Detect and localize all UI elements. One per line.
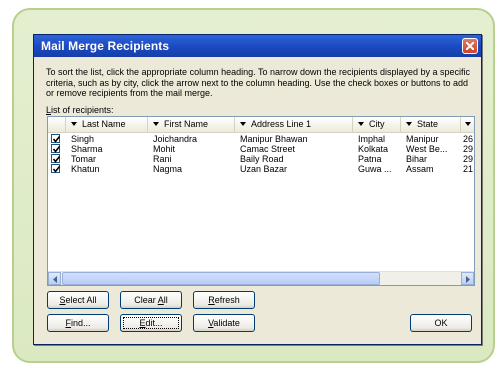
column-header-address[interactable]: Address Line 1 [235, 117, 353, 132]
dropdown-arrow-icon[interactable] [406, 122, 412, 127]
table-row[interactable]: Khatun Nagma Uzan Bazar Guwa ... Assam 2… [48, 164, 474, 174]
cell-address: Manipur Bhawan [240, 134, 308, 144]
cell-first-name: Mohit [153, 144, 176, 154]
dialog-title: Mail Merge Recipients [41, 39, 170, 53]
table-row[interactable]: Tomar Rani Baily Road Patna Bihar 29 [48, 154, 474, 164]
dropdown-arrow-icon[interactable] [465, 122, 471, 127]
cell-state: West Be... [406, 144, 448, 154]
cell-last-name: Singh [71, 134, 95, 144]
checkmark-icon [52, 166, 61, 173]
cell-last-name: Khatun [71, 164, 100, 174]
cell-zip: 29 [463, 154, 474, 164]
cell-address: Camac Street [240, 144, 296, 154]
column-header-more[interactable] [461, 117, 474, 132]
mail-merge-recipients-dialog: Mail Merge Recipients To sort the list, … [33, 34, 482, 345]
cell-first-name: Nagma [153, 164, 183, 174]
clear-all-button[interactable]: Clear All [120, 291, 182, 309]
table-row[interactable]: Singh Joichandra Manipur Bhawan Imphal M… [48, 134, 474, 144]
row-checkbox[interactable] [51, 134, 61, 143]
cell-address: Uzan Bazar [240, 164, 288, 174]
cell-first-name: Joichandra [153, 134, 198, 144]
cell-state: Assam [406, 164, 434, 174]
column-header-state[interactable]: State [401, 117, 461, 132]
close-button[interactable] [462, 38, 478, 54]
edit-button[interactable]: Edit... [120, 314, 182, 332]
checkmark-icon [52, 146, 61, 153]
cell-last-name: Sharma [71, 144, 103, 154]
cell-first-name: Rani [153, 154, 172, 164]
scrollbar-thumb[interactable] [62, 272, 380, 285]
cell-state: Manipur [406, 134, 439, 144]
column-header-first-name[interactable]: First Name [148, 117, 235, 132]
find-button[interactable]: Find... [47, 314, 109, 332]
validate-button[interactable]: Validate [193, 314, 255, 332]
instructions-text: To sort the list, click the appropriate … [46, 67, 471, 98]
cell-city: Guwa ... [358, 164, 392, 174]
cell-city: Kolkata [358, 144, 389, 154]
cell-last-name: Tomar [71, 154, 97, 164]
cell-city: Imphal [358, 134, 386, 144]
dropdown-arrow-icon[interactable] [358, 122, 364, 127]
cell-zip: 26 [463, 134, 474, 144]
row-checkbox[interactable] [51, 164, 61, 173]
horizontal-scrollbar[interactable] [48, 271, 474, 285]
dropdown-arrow-icon[interactable] [240, 122, 246, 127]
close-icon [466, 42, 474, 50]
dialog-titlebar[interactable]: Mail Merge Recipients [34, 35, 481, 57]
list-of-recipients-label: List of recipients: [46, 105, 114, 115]
column-header-city[interactable]: City [353, 117, 401, 132]
checkmark-icon [52, 136, 61, 143]
arrow-left-icon [53, 276, 57, 283]
ok-button[interactable]: OK [410, 314, 472, 332]
checkmark-icon [52, 156, 61, 163]
cell-zip: 29 [463, 144, 474, 154]
row-checkbox[interactable] [51, 144, 61, 153]
column-header-last-name[interactable]: Last Name [66, 117, 148, 132]
arrow-right-icon [466, 276, 470, 283]
recipients-list[interactable]: Last Name First Name Address Line 1 City… [47, 116, 475, 286]
table-row[interactable]: Sharma Mohit Camac Street Kolkata West B… [48, 144, 474, 154]
row-checkbox[interactable] [51, 154, 61, 163]
cell-city: Patna [358, 154, 382, 164]
cell-zip: 21 [463, 164, 474, 174]
scroll-left-button[interactable] [48, 272, 61, 285]
list-header: Last Name First Name Address Line 1 City… [48, 117, 474, 133]
checkbox-column-header[interactable] [48, 117, 66, 132]
select-all-button[interactable]: Select All [47, 291, 109, 309]
refresh-button[interactable]: Refresh [193, 291, 255, 309]
cell-address: Baily Road [240, 154, 284, 164]
cell-state: Bihar [406, 154, 428, 164]
scroll-right-button[interactable] [461, 272, 474, 285]
dropdown-arrow-icon[interactable] [153, 122, 159, 127]
dropdown-arrow-icon[interactable] [71, 122, 77, 127]
